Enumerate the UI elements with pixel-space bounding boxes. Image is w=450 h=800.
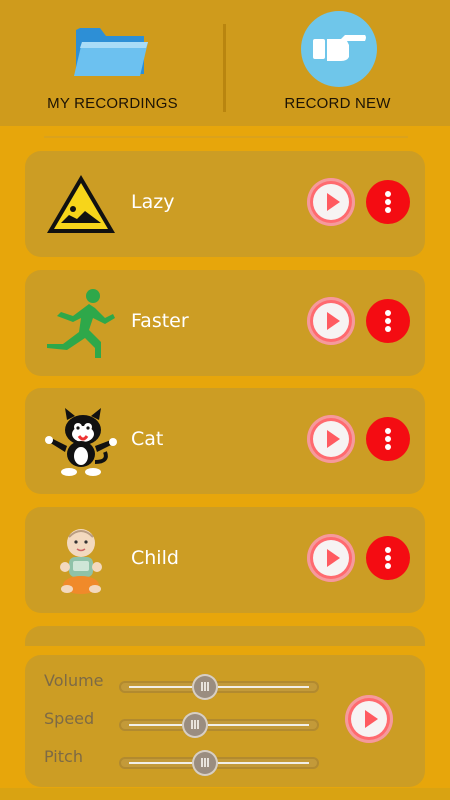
- more-options-button[interactable]: [366, 180, 410, 224]
- record-new-button[interactable]: RECORD NEW: [225, 0, 450, 126]
- my-recordings-button[interactable]: MY RECORDINGS: [0, 0, 225, 126]
- play-icon: [327, 193, 340, 211]
- pitch-label: Pitch: [44, 747, 83, 766]
- speed-label: Speed: [44, 709, 95, 728]
- running-man-icon: [47, 289, 115, 358]
- recording-name: Child: [131, 547, 179, 569]
- volume-slider[interactable]: [119, 674, 319, 700]
- pitch-slider[interactable]: [119, 750, 319, 776]
- pointing-hand-icon: [313, 35, 366, 61]
- recording-card[interactable]: Lazy: [25, 151, 425, 257]
- record-new-label: RECORD NEW: [284, 95, 391, 112]
- recording-card[interactable]: Cat: [25, 388, 425, 494]
- recording-name: Lazy: [131, 191, 175, 213]
- recording-card[interactable]: Child: [25, 507, 425, 613]
- recording-card[interactable]: Faster: [25, 270, 425, 376]
- play-icon: [327, 549, 340, 567]
- play-icon: [327, 312, 340, 330]
- volume-slider-thumb[interactable]: [192, 674, 218, 700]
- recording-name: Cat: [131, 428, 164, 450]
- more-options-button[interactable]: [366, 417, 410, 461]
- recording-name: Faster: [131, 310, 189, 332]
- lazy-sign-icon: [47, 175, 115, 233]
- play-icon: [327, 430, 340, 448]
- volume-label: Volume: [44, 671, 104, 690]
- more-options-button[interactable]: [366, 299, 410, 343]
- top-bar: MY RECORDINGS RECORD NEW: [0, 0, 450, 126]
- play-button[interactable]: [307, 297, 355, 345]
- folder-icon: [74, 28, 148, 76]
- play-icon: [365, 710, 378, 728]
- baby-icon: [60, 529, 102, 594]
- bottom-edge: [0, 788, 450, 800]
- pitch-slider-thumb[interactable]: [192, 750, 218, 776]
- play-button[interactable]: [307, 178, 355, 226]
- more-options-button[interactable]: [366, 536, 410, 580]
- cartoon-cat-icon: [45, 408, 117, 476]
- recording-card-partial[interactable]: [25, 626, 425, 646]
- my-recordings-label: MY RECORDINGS: [47, 95, 178, 112]
- play-button[interactable]: [307, 415, 355, 463]
- preview-play-button[interactable]: [345, 695, 393, 743]
- list-top-edge: [44, 136, 408, 138]
- play-button[interactable]: [307, 534, 355, 582]
- playback-controls-panel: Volume Speed Pitch: [25, 655, 425, 787]
- record-new-circle: [301, 11, 377, 87]
- speed-slider-thumb[interactable]: [182, 712, 208, 738]
- speed-slider[interactable]: [119, 712, 319, 738]
